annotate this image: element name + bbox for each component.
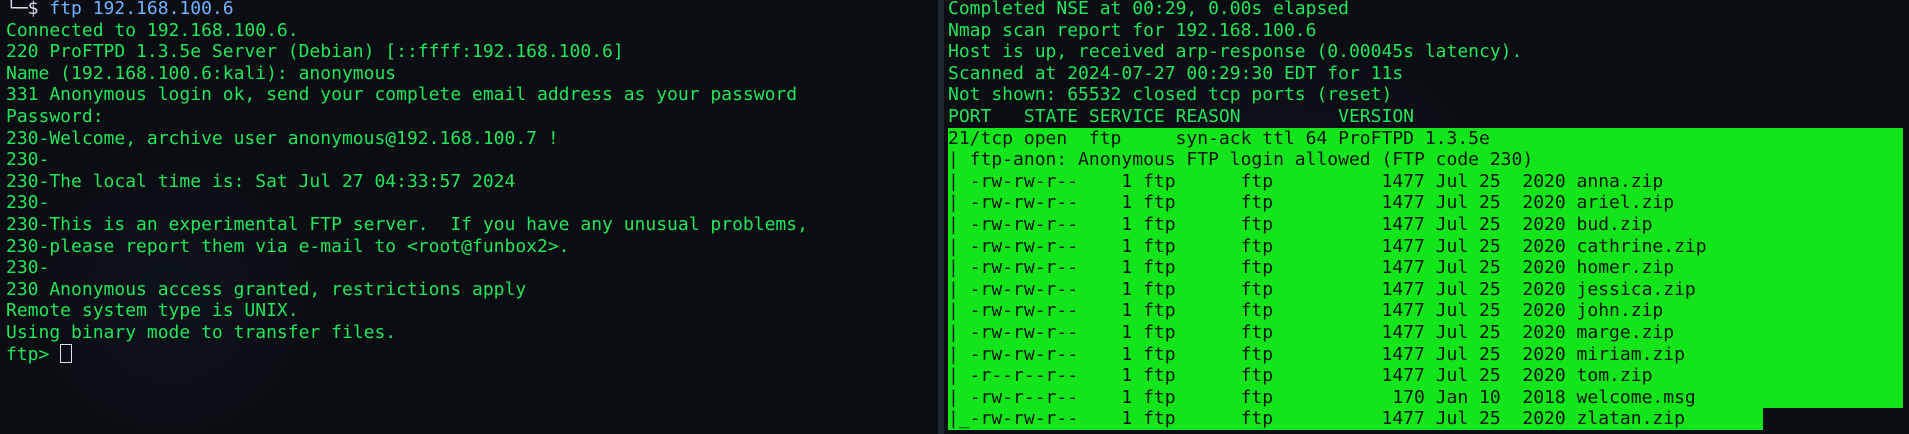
selected-file-row[interactable]: | -rw-rw-r-- 1 ftp ftp 1477 Jul 25 2020 … xyxy=(948,257,1903,279)
ftp-prompt: ftp> xyxy=(6,343,61,365)
text-cursor xyxy=(60,343,73,363)
shell-prompt-line: └─$ ftp 192.168.100.6 xyxy=(6,0,808,20)
selected-file-row[interactable]: | -r--r--r-- 1 ftp ftp 1477 Jul 25 2020 … xyxy=(948,365,1903,387)
output-line: 230- xyxy=(6,257,50,279)
ftp-prompt-line[interactable]: ftp> xyxy=(6,343,808,366)
right-terminal-output: Completed NSE at 00:29, 0.00s elapsed Nm… xyxy=(948,0,1903,430)
selected-file-row[interactable]: | -rw-rw-r-- 1 ftp ftp 1477 Jul 25 2020 … xyxy=(948,170,1903,193)
prompt-prefix: └─$ xyxy=(6,0,50,19)
output-line: 230- xyxy=(6,192,50,214)
selected-file-row[interactable]: | -rw-rw-r-- 1 ftp ftp 1477 Jul 25 2020 … xyxy=(948,300,1903,322)
output-line: Scanned at 2024-07-27 00:29:30 EDT for 1… xyxy=(948,62,1404,84)
output-line: Host is up, received arp-response (0.000… xyxy=(948,41,1523,63)
output-line: 230-Welcome, archive user anonymous@192.… xyxy=(6,127,559,149)
ftp-command: ftp 192.168.100.6 xyxy=(49,0,234,19)
selected-ftp-anon-line[interactable]: | ftp-anon: Anonymous FTP login allowed … xyxy=(948,149,1903,171)
selected-file-row[interactable]: | -rw-rw-r-- 1 ftp ftp 1477 Jul 25 2020 … xyxy=(948,343,1903,366)
output-line: Remote system type is UNIX. xyxy=(6,300,299,322)
selected-file-row[interactable]: |_-rw-rw-r-- 1 ftp ftp 1477 Jul 25 2020 … xyxy=(948,408,1763,430)
output-line: 230-please report them via e-mail to <ro… xyxy=(6,235,570,257)
output-line: 230 Anonymous access granted, restrictio… xyxy=(6,278,527,300)
output-line: 230- xyxy=(6,149,50,171)
selected-file-row[interactable]: | -rw-rw-r-- 1 ftp ftp 1477 Jul 25 2020 … xyxy=(948,192,1903,214)
selected-file-row[interactable]: | -rw-rw-r-- 1 ftp ftp 1477 Jul 25 2020 … xyxy=(948,235,1903,258)
left-terminal-output: └─$ ftp 192.168.100.6 Connected to 192.1… xyxy=(6,0,808,365)
selected-file-row[interactable]: | -rw-r--r-- 1 ftp ftp 170 Jan 10 2018 w… xyxy=(948,386,1903,409)
selected-file-row[interactable]: | -rw-rw-r-- 1 ftp ftp 1477 Jul 25 2020 … xyxy=(948,278,1903,301)
left-terminal-pane[interactable]: └─$ ftp 192.168.100.6 Connected to 192.1… xyxy=(0,0,936,434)
output-line: 230-The local time is: Sat Jul 27 04:33:… xyxy=(6,170,516,192)
output-line: Completed NSE at 00:29, 0.00s elapsed xyxy=(948,0,1349,19)
selected-port-line[interactable]: 21/tcp open ftp syn-ack ttl 64 ProFTPD 1… xyxy=(948,127,1903,150)
output-line: Not shown: 65532 closed tcp ports (reset… xyxy=(948,84,1393,106)
output-line: Nmap scan report for 192.168.100.6 xyxy=(948,19,1317,41)
output-line: Password: xyxy=(6,105,104,127)
output-line: Name (192.168.100.6:kali): anonymous xyxy=(6,62,397,84)
output-line: 230-This is an experimental FTP server. … xyxy=(6,213,808,235)
output-line: Using binary mode to transfer files. xyxy=(6,321,397,343)
selected-file-row[interactable]: | -rw-rw-r-- 1 ftp ftp 1477 Jul 25 2020 … xyxy=(948,321,1903,344)
right-terminal-pane[interactable]: Completed NSE at 00:29, 0.00s elapsed Nm… xyxy=(946,0,1909,434)
output-line: 331 Anonymous login ok, send your comple… xyxy=(6,84,798,106)
output-line: 220 ProFTPD 1.3.5e Server (Debian) [::ff… xyxy=(6,41,624,63)
desktop-screen: └─$ ftp 192.168.100.6 Connected to 192.1… xyxy=(0,0,1909,434)
selected-file-row[interactable]: | -rw-rw-r-- 1 ftp ftp 1477 Jul 25 2020 … xyxy=(948,213,1903,236)
nmap-table-header: PORT STATE SERVICE REASON VERSION xyxy=(948,105,1414,127)
pane-divider[interactable] xyxy=(938,0,944,434)
output-line: Connected to 192.168.100.6. xyxy=(6,19,299,41)
